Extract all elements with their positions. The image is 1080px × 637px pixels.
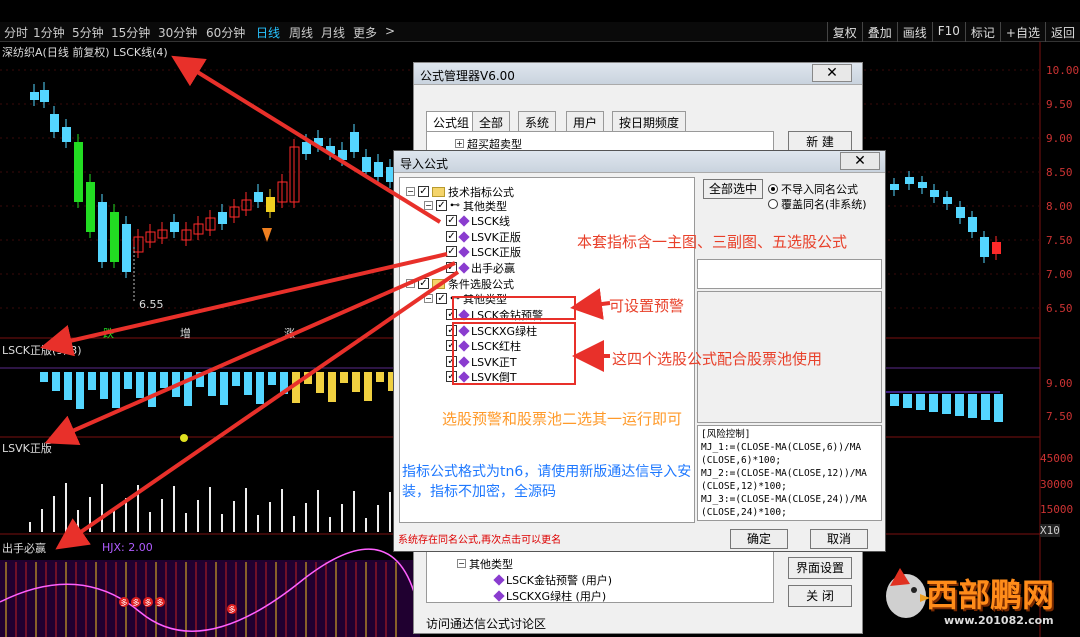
watermark-logo: 西部鹏网 www.201082.com bbox=[876, 556, 1076, 636]
watermark-url: www.201082.com bbox=[944, 614, 1054, 627]
annotation-arrows bbox=[40, 55, 611, 550]
watermark-text: 西部鹏网 bbox=[926, 576, 1055, 614]
